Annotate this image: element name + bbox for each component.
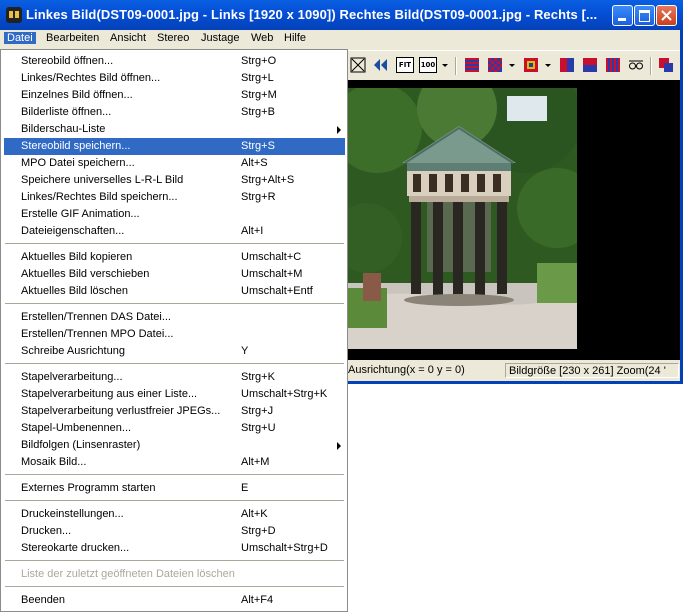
app-icon[interactable] (6, 7, 22, 23)
menu-item-das-file[interactable]: Erstellen/Trennen DAS Datei... (4, 309, 345, 326)
menu-item-clear-recent: Liste der zuletzt geöffneten Dateien lös… (21, 568, 235, 580)
window-title: Linkes Bild(DST09-0001.jpg - Links [1920… (26, 7, 598, 22)
stereo-photo (347, 88, 577, 349)
menu-separator (5, 243, 344, 245)
chevron-down-icon[interactable] (440, 57, 450, 73)
file-menu-dropdown: Stereobild öffnen... Strg+O Linkes/Rechte… (0, 49, 348, 612)
menu-separator (5, 474, 344, 476)
fullscreen-icon[interactable] (350, 57, 366, 73)
menu-web[interactable]: Web (251, 32, 273, 44)
menu-item-file-properties[interactable]: Dateieigenschaften... Alt+I (4, 223, 345, 240)
menu-item-save-left-right[interactable]: Linkes/Rechtes Bild speichern... Strg+R (4, 189, 345, 206)
menu-item-slideshow-list[interactable]: Bilderschau-Liste (4, 121, 345, 138)
image-view[interactable] (345, 80, 682, 360)
menu-item-external-program[interactable]: Externes Programm starten E (4, 480, 345, 497)
window-border (345, 381, 683, 384)
fit-window-button[interactable]: FIT (396, 57, 414, 73)
menu-item-print-settings[interactable]: Druckeinstellungen... Alt+K (4, 506, 345, 523)
column-interlaced-icon[interactable] (605, 57, 621, 73)
swap-images-icon[interactable] (373, 57, 389, 73)
interlaced-icon[interactable] (464, 57, 480, 73)
menu-item-exit[interactable]: Beenden Alt+F4 (4, 592, 345, 609)
checkerboard-icon[interactable] (487, 57, 503, 73)
menu-hilfe[interactable]: Hilfe (284, 32, 306, 44)
menu-separator (5, 303, 344, 305)
status-image-size: Bildgröße [230 x 261] Zoom(24 ' (505, 363, 679, 378)
toolbar-separator (650, 57, 652, 75)
menu-item-open-left-right[interactable]: Linkes/Rechtes Bild öffnen... Strg+L (4, 70, 345, 87)
minimize-button[interactable] (612, 5, 633, 26)
close-button[interactable] (656, 5, 677, 26)
close-icon (661, 10, 672, 21)
menu-separator (5, 500, 344, 502)
menu-justage[interactable]: Justage (201, 32, 240, 44)
menu-item-save-mpo[interactable]: MPO Datei speichern... Alt+S (4, 155, 345, 172)
menu-item-mosaic[interactable]: Mosaik Bild... Alt+M (4, 454, 345, 471)
chevron-down-icon[interactable] (544, 57, 552, 73)
menu-item-mpo-file[interactable]: Erstellen/Trennen MPO Datei... (4, 326, 345, 343)
title-bar[interactable]: Linkes Bild(DST09-0001.jpg - Links [1920… (0, 0, 683, 30)
menu-item-save-stereo[interactable]: Stereobild speichern... Strg+S (4, 138, 345, 155)
menu-ansicht[interactable]: Ansicht (110, 32, 146, 44)
stereo-glasses-icon[interactable] (628, 57, 644, 73)
menu-item-batch[interactable]: Stapelverarbeitung... Strg+K (4, 369, 345, 386)
menu-separator (5, 586, 344, 588)
menu-item-copy-image[interactable]: Aktuelles Bild kopieren Umschalt+C (4, 249, 345, 266)
chevron-down-icon[interactable] (508, 57, 516, 73)
submenu-arrow-icon (337, 442, 341, 450)
zoom-100-button[interactable]: 100 (419, 57, 437, 73)
menu-item-open-stereo[interactable]: Stereobild öffnen... Strg+O (4, 53, 345, 70)
anaglyph-icon[interactable] (523, 57, 539, 73)
submenu-arrow-icon (337, 126, 341, 134)
menu-item-open-single[interactable]: Einzelnes Bild öffnen... Strg+M (4, 87, 345, 104)
menu-separator (5, 363, 344, 365)
menu-datei[interactable]: Datei (4, 32, 36, 44)
menu-item-batch-list[interactable]: Stapelverarbeitung aus einer Liste... Ums… (4, 386, 345, 403)
menu-bearbeiten[interactable]: Bearbeiten (46, 32, 99, 44)
toolbar-separator (455, 57, 457, 75)
menu-bar: Datei Bearbeiten Ansicht Stereo Justage … (0, 30, 683, 49)
menu-stereo[interactable]: Stereo (157, 32, 189, 44)
menu-item-print-stereocard[interactable]: Stereokarte drucken... Umschalt+Strg+D (4, 540, 345, 557)
menu-item-gif-animation[interactable]: Erstelle GIF Animation... (4, 206, 345, 223)
menu-item-print[interactable]: Drucken... Strg+D (4, 523, 345, 540)
menu-item-save-lrl[interactable]: Speichere universelles L-R-L Bild Strg+Al… (4, 172, 345, 189)
side-by-side-icon[interactable] (559, 57, 575, 73)
maximize-button[interactable] (634, 5, 655, 26)
menu-separator (5, 560, 344, 562)
menu-item-write-alignment[interactable]: Schreibe Ausrichtung Y (4, 343, 345, 360)
menu-item-open-list[interactable]: Bilderliste öffnen... Strg+B (4, 104, 345, 121)
menu-item-lenticular[interactable]: Bildfolgen (Linsenraster) (4, 437, 345, 454)
menu-item-move-image[interactable]: Aktuelles Bild verschieben Umschalt+M (4, 266, 345, 283)
menu-item-batch-rename[interactable]: Stapel-Umbenennen... Strg+U (4, 420, 345, 437)
status-bar: Ausrichtung(x = 0 y = 0) Bildgröße [230 … (345, 361, 682, 381)
menu-item-batch-lossless[interactable]: Stapelverarbeitung verlustfreier JPEGs..… (4, 403, 345, 420)
menu-item-delete-image[interactable]: Aktuelles Bild löschen Umschalt+Entf (4, 283, 345, 300)
overlay-icon[interactable] (658, 57, 674, 73)
status-alignment: Ausrichtung(x = 0 y = 0) (348, 364, 465, 376)
above-below-icon[interactable] (582, 57, 598, 73)
